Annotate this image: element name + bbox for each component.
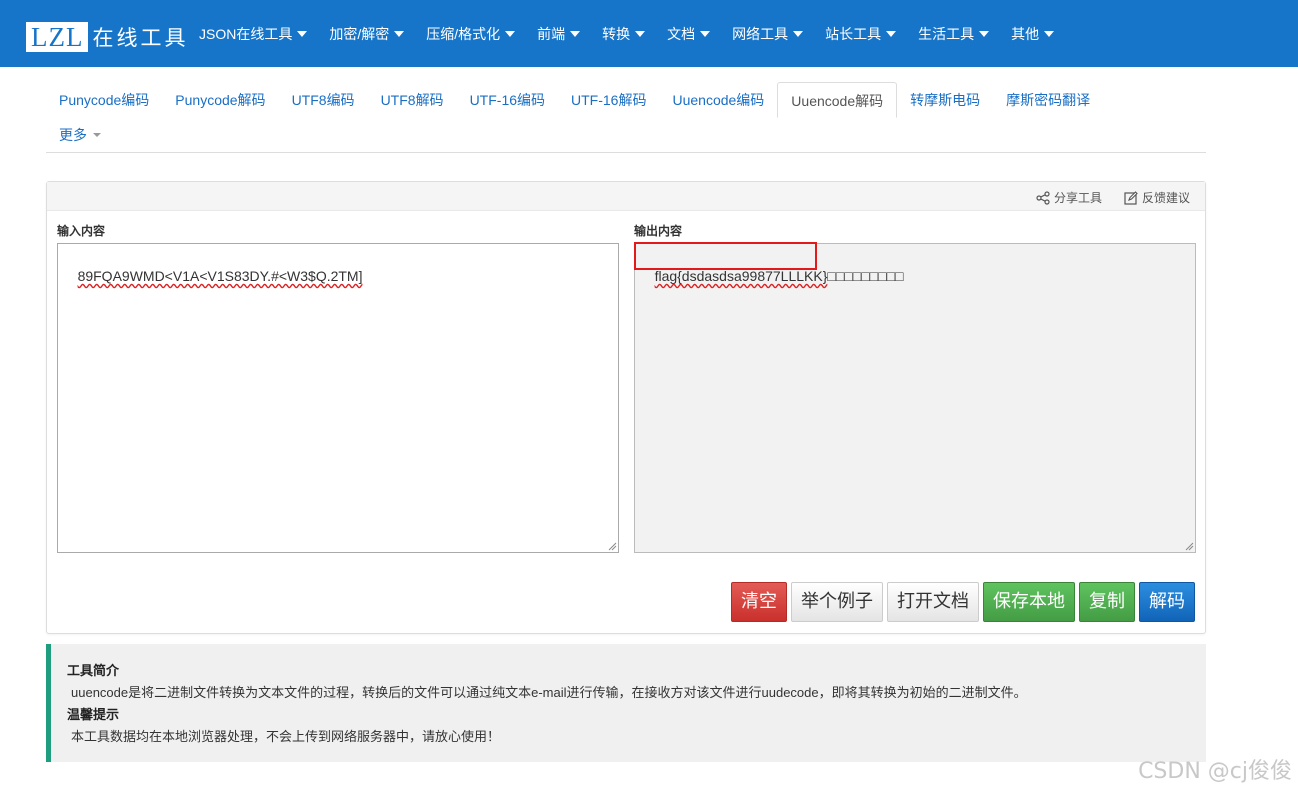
caret-down-icon [570, 30, 581, 37]
clear-button[interactable]: 清空 [731, 582, 787, 622]
caret-down-icon [297, 30, 308, 37]
nav-menu: JSON在线工具 加密/解密 压缩/格式化 前端 转换 文档 网络工具 站长工具… [199, 0, 1076, 67]
nav-item-encrypt[interactable]: 加密/解密 [329, 24, 405, 44]
tab-more[interactable]: 更多 [59, 125, 101, 145]
brand-name: 在线工具 [92, 26, 189, 50]
brand-logo-mark: LZL [26, 22, 89, 52]
tab-more-label: 更多 [59, 127, 87, 143]
nav-label: JSON在线工具 [199, 25, 293, 42]
tool-tabs: Punycode编码 Punycode解码 UTF8编码 UTF8解码 UTF-… [46, 82, 1206, 143]
tab-utf8-decode[interactable]: UTF8解码 [368, 82, 457, 118]
tab-morse-encode[interactable]: 转摩斯电码 [897, 82, 993, 118]
tab-utf16-encode[interactable]: UTF-16编码 [457, 82, 558, 118]
tab-punycode-decode[interactable]: Punycode解码 [162, 82, 278, 118]
intro-title: 工具简介 [67, 663, 120, 678]
caret-down-icon [635, 30, 646, 37]
input-textarea[interactable]: 89FQA9WMD<V1A<V1S83DY.#<W3$Q.2TM] [57, 243, 619, 553]
nav-label: 转换 [602, 25, 631, 42]
save-local-button[interactable]: 保存本地 [983, 582, 1075, 622]
tabs-divider [46, 152, 1206, 153]
caret-down-icon [1044, 30, 1055, 37]
nav-label: 前端 [537, 25, 566, 42]
resize-grip-icon[interactable] [1185, 542, 1194, 551]
tool-panel: 分享工具 反馈建议 输入内容 输出内容 89FQA9WMD<V1A<V1S83D… [46, 181, 1206, 634]
caret-down-icon [505, 30, 516, 37]
nav-item-convert[interactable]: 转换 [602, 24, 646, 44]
nav-label: 站长工具 [825, 25, 882, 42]
caret-down-icon [394, 30, 405, 37]
top-navbar: LZL 在线工具 JSON在线工具 加密/解密 压缩/格式化 前端 转换 文档 … [0, 0, 1298, 67]
nav-item-network[interactable]: 网络工具 [732, 24, 804, 44]
intro-text: uuencode是将二进制文件转换为文本文件的过程，转换后的文件可以通过纯文本e… [71, 685, 1027, 700]
tab-morse-translate[interactable]: 摩斯密码翻译 [993, 82, 1103, 118]
nav-label: 网络工具 [732, 25, 789, 42]
decode-button[interactable]: 解码 [1139, 582, 1195, 622]
feedback-label: 反馈建议 [1142, 191, 1191, 205]
output-textarea[interactable]: flag{dsdasdsa99877LLLKK}□□□□□□□□□ [634, 243, 1196, 553]
caret-down-icon [979, 30, 990, 37]
open-doc-button[interactable]: 打开文档 [887, 582, 979, 622]
nav-item-compress[interactable]: 压缩/格式化 [426, 24, 516, 44]
tab-utf8-encode[interactable]: UTF8编码 [279, 82, 368, 118]
nav-item-life[interactable]: 生活工具 [918, 24, 990, 44]
tab-uuencode-encode[interactable]: Uuencode编码 [659, 82, 777, 118]
nav-item-frontend[interactable]: 前端 [537, 24, 581, 44]
input-label: 输入内容 [57, 224, 106, 238]
output-flag-text: flag{dsdasdsa99877LLLKK} [654, 268, 828, 284]
tab-uuencode-decode[interactable]: Uuencode解码 [777, 82, 898, 118]
nav-label: 加密/解密 [329, 25, 390, 42]
nav-item-webmaster[interactable]: 站长工具 [825, 24, 897, 44]
nav-item-other[interactable]: 其他 [1011, 24, 1055, 44]
action-buttons: 清空 举个例子 打开文档 保存本地 复制 解码 [727, 582, 1195, 622]
tab-punycode-encode[interactable]: Punycode编码 [46, 82, 162, 118]
nav-label: 文档 [667, 25, 696, 42]
caret-down-icon [793, 30, 804, 37]
output-garbled-text: □□□□□□□□□ [827, 268, 904, 284]
info-box: 工具简介 uuencode是将二进制文件转换为文本文件的过程，转换后的文件可以通… [46, 644, 1206, 762]
tip-title: 温馨提示 [67, 707, 120, 722]
tab-utf16-decode[interactable]: UTF-16解码 [558, 82, 659, 118]
caret-down-icon [886, 30, 897, 37]
nav-item-json[interactable]: JSON在线工具 [199, 24, 308, 44]
resize-grip-icon[interactable] [608, 542, 617, 551]
input-text: 89FQA9WMD<V1A<V1S83DY.#<W3$Q.2TM] [77, 268, 363, 284]
nav-label: 生活工具 [918, 25, 975, 42]
panel-header: 分享工具 反馈建议 [47, 182, 1205, 211]
caret-down-icon [93, 133, 101, 137]
caret-down-icon [700, 30, 711, 37]
copy-button[interactable]: 复制 [1079, 582, 1135, 622]
watermark: CSDN @cj俊俊 [1138, 759, 1292, 784]
nav-label: 压缩/格式化 [426, 25, 501, 42]
output-label: 输出内容 [634, 224, 683, 238]
brand-logo[interactable]: LZL 在线工具 [26, 22, 188, 52]
edit-icon [1124, 190, 1138, 205]
nav-item-docs[interactable]: 文档 [667, 24, 711, 44]
share-label: 分享工具 [1054, 191, 1103, 205]
tip-text: 本工具数据均在本地浏览器处理，不会上传到网络服务器中，请放心使用！ [71, 729, 501, 744]
example-button[interactable]: 举个例子 [791, 582, 883, 622]
nav-label: 其他 [1011, 25, 1040, 42]
feedback-link[interactable]: 反馈建议 [1124, 189, 1190, 206]
flag-highlight-box [634, 242, 817, 270]
share-tool-link[interactable]: 分享工具 [1036, 189, 1102, 206]
share-icon [1036, 190, 1050, 205]
